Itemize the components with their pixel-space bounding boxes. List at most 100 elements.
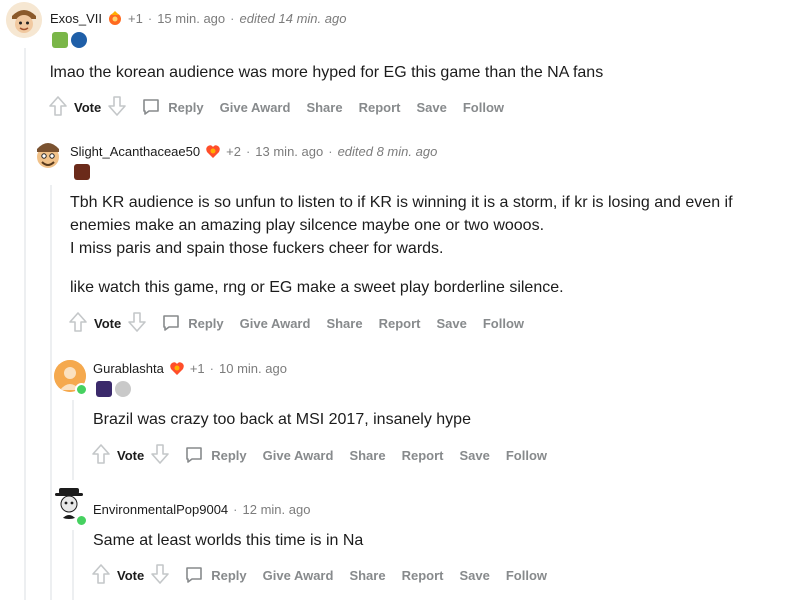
comment-meta: Gurablashta +1 · 10 min. ago <box>93 360 287 376</box>
award-icon[interactable] <box>107 10 123 26</box>
give-award-button[interactable]: Give Award <box>263 568 334 583</box>
comment-bubble-icon <box>163 315 180 331</box>
reply-label: Reply <box>188 315 224 331</box>
comment-paragraph: Brazil was crazy too back at MSI 2017, i… <box>93 411 471 428</box>
comment-body: lmao the korean audience was more hyped … <box>50 61 770 84</box>
vote-label: Vote <box>94 315 122 331</box>
share-button[interactable]: Share <box>326 316 362 331</box>
reply-button[interactable]: Reply <box>184 445 247 465</box>
comment-meta: Slight_Acanthaceae50 +2 · 13 min. ago · … <box>70 143 437 159</box>
score-delta: +1 <box>128 10 143 26</box>
edited-timestamp: edited 14 min. ago <box>239 10 347 26</box>
username[interactable]: Gurablashta <box>93 361 164 376</box>
downvote-arrow-icon[interactable] <box>107 95 127 120</box>
edited-timestamp: edited 8 min. ago <box>337 143 438 159</box>
downvote-arrow-icon[interactable] <box>127 311 147 336</box>
vote-label: Vote <box>74 99 102 115</box>
flair-badge-icon <box>74 164 90 180</box>
reply-label: Reply <box>168 99 204 115</box>
timestamp[interactable]: 12 min. ago <box>243 502 311 517</box>
downvote-arrow-icon[interactable] <box>150 563 170 588</box>
timestamp[interactable]: 10 min. ago <box>219 361 287 376</box>
avatar[interactable] <box>6 2 42 38</box>
username[interactable]: Slight_Acanthaceae50 <box>70 144 200 159</box>
comment-actions: Vote Reply Give Award Share Report Save … <box>91 563 563 588</box>
vote-label: Vote <box>117 567 145 583</box>
award-icon[interactable] <box>169 360 185 376</box>
save-button[interactable]: Save <box>459 448 489 463</box>
user-flair <box>96 381 131 397</box>
vote-label: Vote <box>117 447 145 463</box>
separator-dot: · <box>233 502 238 517</box>
reply-button[interactable]: Reply <box>141 97 204 117</box>
reply-button[interactable]: Reply <box>184 565 247 585</box>
follow-button[interactable]: Follow <box>506 568 547 583</box>
follow-button[interactable]: Follow <box>506 448 547 463</box>
flair-badge-icon <box>71 32 87 48</box>
upvote-arrow-icon[interactable] <box>68 311 88 336</box>
comment-paragraph: I miss paris and spain those fuckers che… <box>70 240 444 257</box>
award-icon[interactable] <box>205 143 221 159</box>
username[interactable]: Exos_VII <box>50 11 102 26</box>
save-button[interactable]: Save <box>459 568 489 583</box>
separator-dot: · <box>328 143 333 159</box>
follow-button[interactable]: Follow <box>463 100 504 115</box>
user-flair <box>74 164 90 180</box>
downvote-arrow-icon[interactable] <box>150 443 170 468</box>
give-award-button[interactable]: Give Award <box>220 100 291 115</box>
flair-badge-icon <box>115 381 131 397</box>
upvote-arrow-icon[interactable] <box>91 563 111 588</box>
flair-badge-icon <box>96 381 112 397</box>
timestamp[interactable]: 15 min. ago <box>157 11 225 26</box>
comment-actions: Vote Reply Give Award Share Report Save … <box>48 95 520 120</box>
comment-meta: EnvironmentalPop9004 · 12 min. ago <box>93 502 310 517</box>
comment-bubble-icon <box>186 567 203 583</box>
username[interactable]: EnvironmentalPop9004 <box>93 502 228 517</box>
save-button[interactable]: Save <box>416 100 446 115</box>
comment-bubble-icon <box>143 99 160 115</box>
reply-label: Reply <box>211 567 247 583</box>
comment-paragraph: Same at least worlds this time is in Na <box>93 532 364 549</box>
comment-actions: Vote Reply Give Award Share Report Save … <box>91 443 563 468</box>
thread-line[interactable] <box>72 530 74 600</box>
give-award-button[interactable]: Give Award <box>240 316 311 331</box>
timestamp[interactable]: 13 min. ago <box>255 144 323 159</box>
share-button[interactable]: Share <box>349 568 385 583</box>
separator-dot: · <box>245 143 251 159</box>
upvote-arrow-icon[interactable] <box>91 443 111 468</box>
comment-actions: Vote Reply Give Award Share Report Save … <box>68 311 540 336</box>
save-button[interactable]: Save <box>436 316 466 331</box>
reply-label: Reply <box>211 447 247 463</box>
score-delta: +2 <box>226 143 241 159</box>
comment-body: Tbh KR audience is so unfun to listen to… <box>70 191 760 299</box>
thread-line[interactable] <box>24 48 26 600</box>
upvote-arrow-icon[interactable] <box>48 95 68 120</box>
user-flair <box>52 32 87 48</box>
comment-bubble-icon <box>186 447 203 463</box>
report-button[interactable]: Report <box>402 448 444 463</box>
comment-paragraph: lmao the korean audience was more hyped … <box>50 64 604 81</box>
share-button[interactable]: Share <box>306 100 342 115</box>
separator-dot: · <box>209 360 214 376</box>
score-delta: +1 <box>189 360 205 376</box>
report-button[interactable]: Report <box>379 316 421 331</box>
comment-paragraph: Tbh KR audience is so unfun to listen to… <box>70 194 733 234</box>
comment-body: Brazil was crazy too back at MSI 2017, i… <box>93 408 773 431</box>
online-status-dot <box>75 514 88 527</box>
follow-button[interactable]: Follow <box>483 316 524 331</box>
report-button[interactable]: Report <box>402 568 444 583</box>
avatar[interactable] <box>30 137 66 173</box>
thread-line[interactable] <box>72 400 74 480</box>
separator-dot: · <box>230 10 235 26</box>
flair-badge-icon <box>52 32 68 48</box>
comment-meta: Exos_VII +1 · 15 min. ago · edited 14 mi… <box>50 10 346 26</box>
give-award-button[interactable]: Give Award <box>263 448 334 463</box>
separator-dot: · <box>147 10 153 26</box>
comment-body: Same at least worlds this time is in Na <box>93 529 773 552</box>
share-button[interactable]: Share <box>349 448 385 463</box>
comment-paragraph: like watch this game, rng or EG make a s… <box>70 279 564 296</box>
thread-line[interactable] <box>50 185 52 600</box>
reply-button[interactable]: Reply <box>161 313 224 333</box>
online-status-dot <box>75 383 88 396</box>
report-button[interactable]: Report <box>359 100 401 115</box>
